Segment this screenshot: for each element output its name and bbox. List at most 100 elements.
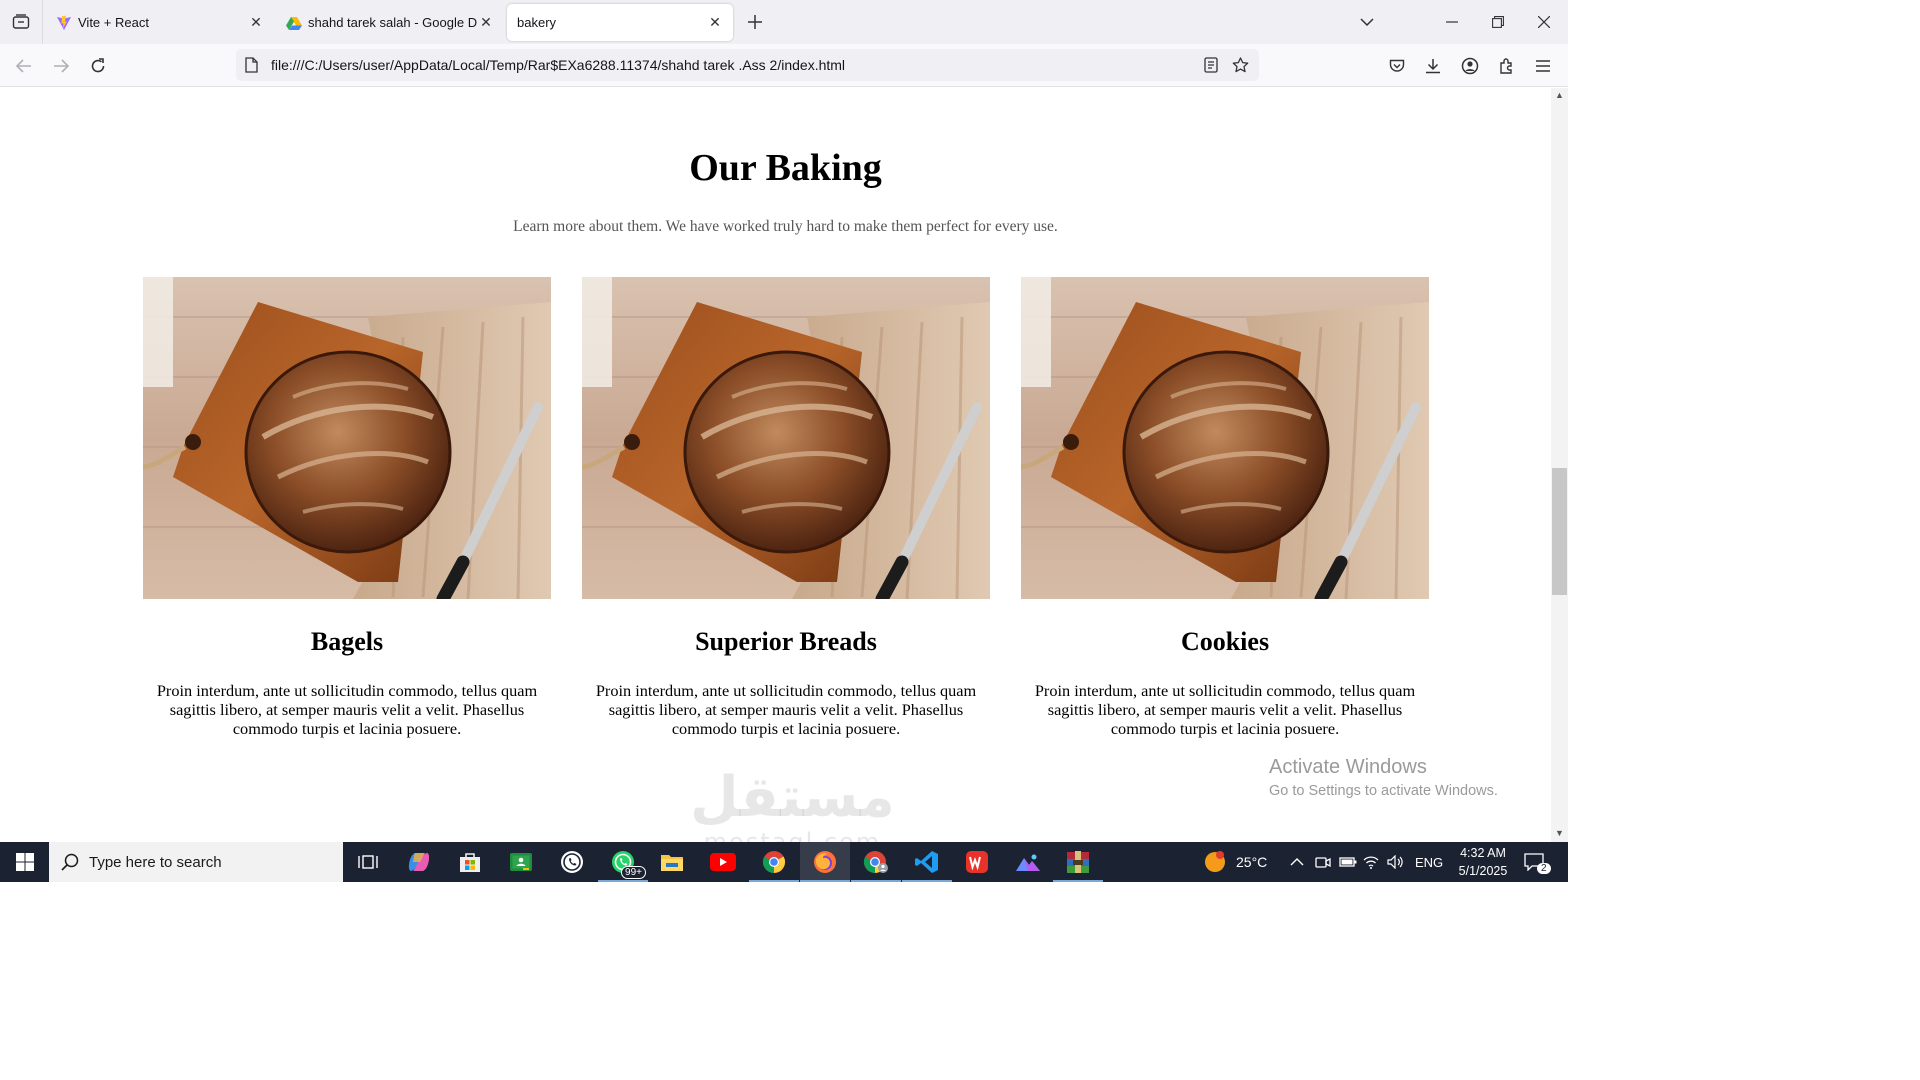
close-window-button[interactable] [1534,12,1554,32]
account-icon [1461,57,1479,75]
taskbar-whatsapp-business[interactable]: 99+ [598,842,648,882]
url-text[interactable]: file:///C:/Users/user/AppData/Local/Temp… [271,57,1201,73]
arrow-right-icon [54,59,69,73]
activate-windows-title: Activate Windows [1269,756,1427,778]
chevron-down-icon [1360,18,1374,26]
input-language[interactable]: ENG [1415,842,1443,882]
extensions-button[interactable] [1496,55,1518,77]
reload-button[interactable] [87,55,109,77]
youtube-icon [710,853,736,871]
app-menu-button[interactable] [1532,55,1554,77]
new-tab-button[interactable] [745,12,765,32]
card-title: Cookies [1180,627,1270,656]
taskbar-vscode[interactable] [902,842,952,882]
taskbar-firefox[interactable] [800,842,850,882]
taskbar-chrome-profile[interactable] [851,842,901,882]
clock-date: 5/1/2025 [1458,864,1508,878]
close-tab-icon[interactable]: ✕ [248,14,264,31]
language-text: ENG [1415,854,1444,870]
forward-button[interactable] [50,55,72,77]
network-tray[interactable] [1363,842,1379,882]
task-view-button[interactable] [343,842,393,882]
firefox-icon [814,851,836,873]
close-tab-icon[interactable]: ✕ [707,14,723,31]
taskbar-winrar[interactable] [1053,842,1103,882]
weather-widget[interactable]: 25°C [1203,842,1267,882]
battery-tray[interactable] [1339,842,1357,882]
reader-view-icon[interactable] [1201,55,1221,75]
battery-icon [1339,857,1357,867]
pocket-button[interactable] [1386,55,1408,77]
tab-title: Vite + React [78,15,149,30]
back-button[interactable] [13,55,35,77]
microsoft-store-icon [460,853,480,872]
tab-bakery[interactable]: bakery ✕ [507,4,733,41]
taskbar-wps-office[interactable] [952,842,1002,882]
puzzle-icon [1500,58,1512,74]
download-icon [1426,59,1440,74]
clock-time: 4:32 AM [1460,846,1506,860]
show-hidden-icons[interactable] [1290,842,1304,882]
restore-button[interactable] [1488,12,1508,32]
copilot-icon [408,853,430,871]
bread-photo-image [1021,277,1429,599]
activate-windows-subtitle: Go to Settings to activate Windows. [1269,783,1498,799]
search-icon [61,853,81,871]
taskbar-copilot[interactable] [394,842,444,882]
card-superior-breads: Superior Breads Proin interdum, ante ut … [582,277,990,738]
chrome-icon [762,851,785,873]
address-bar[interactable]: file:///C:/Users/user/AppData/Local/Temp… [236,49,1259,81]
account-button[interactable] [1459,55,1481,77]
minimize-button[interactable] [1442,12,1462,32]
scrollbar-thumb[interactable] [1552,468,1567,595]
notification-count: 2 [1537,863,1551,874]
start-button[interactable] [0,842,49,882]
card-text: Proin interdum, ante ut sollicitudin com… [1034,681,1416,738]
close-icon [1538,16,1550,28]
taskbar-youtube[interactable] [698,842,748,882]
whatsapp-icon [561,851,583,873]
tab-vite-react[interactable]: Vite + React ✕ [46,4,274,41]
page-scrollbar[interactable]: ▲ ▼ [1551,88,1568,842]
taskbar-whatsapp[interactable] [547,842,597,882]
mostaql-watermark: مستقل mostaql.com [690,768,895,843]
photos-icon [1016,854,1040,871]
watermark-latin: mostaql.com [703,828,882,842]
vscode-icon [915,851,938,873]
taskbar-search-box[interactable]: Type here to search [49,842,343,882]
taskbar-classroom[interactable] [496,842,546,882]
windows-taskbar: Type here to search 99+ 25°C ENG 4:32 AM… [0,842,1568,882]
speaker-icon [1387,855,1403,869]
vite-icon [56,15,72,31]
temperature-text: 25°C [1236,854,1268,870]
notification-center[interactable]: 2 [1524,842,1551,882]
close-tab-icon[interactable]: ✕ [478,14,494,31]
system-clock[interactable]: 4:32 AM 5/1/2025 [1448,844,1518,880]
taskbar-microsoft-store[interactable] [445,842,495,882]
card-bagels: Bagels Proin interdum, ante ut sollicitu… [143,277,551,738]
card-text: Proin interdum, ante ut sollicitudin com… [595,681,977,738]
plus-icon [748,15,762,29]
taskbar-file-explorer[interactable] [647,842,697,882]
downloads-button[interactable] [1422,55,1444,77]
hamburger-menu-icon [1536,60,1550,72]
tab-google-drive[interactable]: shahd tarek salah - Google Drive ✕ [276,4,504,41]
google-drive-icon [286,15,302,31]
bookmark-star-icon[interactable] [1230,55,1250,75]
scroll-down-arrow-icon[interactable]: ▼ [1554,828,1565,839]
search-placeholder: Type here to search [89,853,222,871]
meet-now-tray[interactable] [1315,842,1331,882]
tab-overflow-button[interactable] [1357,12,1377,32]
scroll-up-arrow-icon[interactable]: ▲ [1554,90,1565,101]
google-classroom-icon [510,853,532,871]
taskbar-photos[interactable] [1003,842,1053,882]
section-subtitle: Learn more about them. We have worked tr… [513,218,1058,235]
tab-list-button[interactable] [0,0,43,44]
chrome-profile-icon [863,851,888,873]
minimize-icon [1446,21,1458,23]
volume-tray[interactable] [1387,842,1405,882]
card-text: Proin interdum, ante ut sollicitudin com… [156,681,538,738]
winrar-icon [1067,851,1089,873]
arrow-left-icon [16,59,31,73]
taskbar-chrome[interactable] [749,842,799,882]
